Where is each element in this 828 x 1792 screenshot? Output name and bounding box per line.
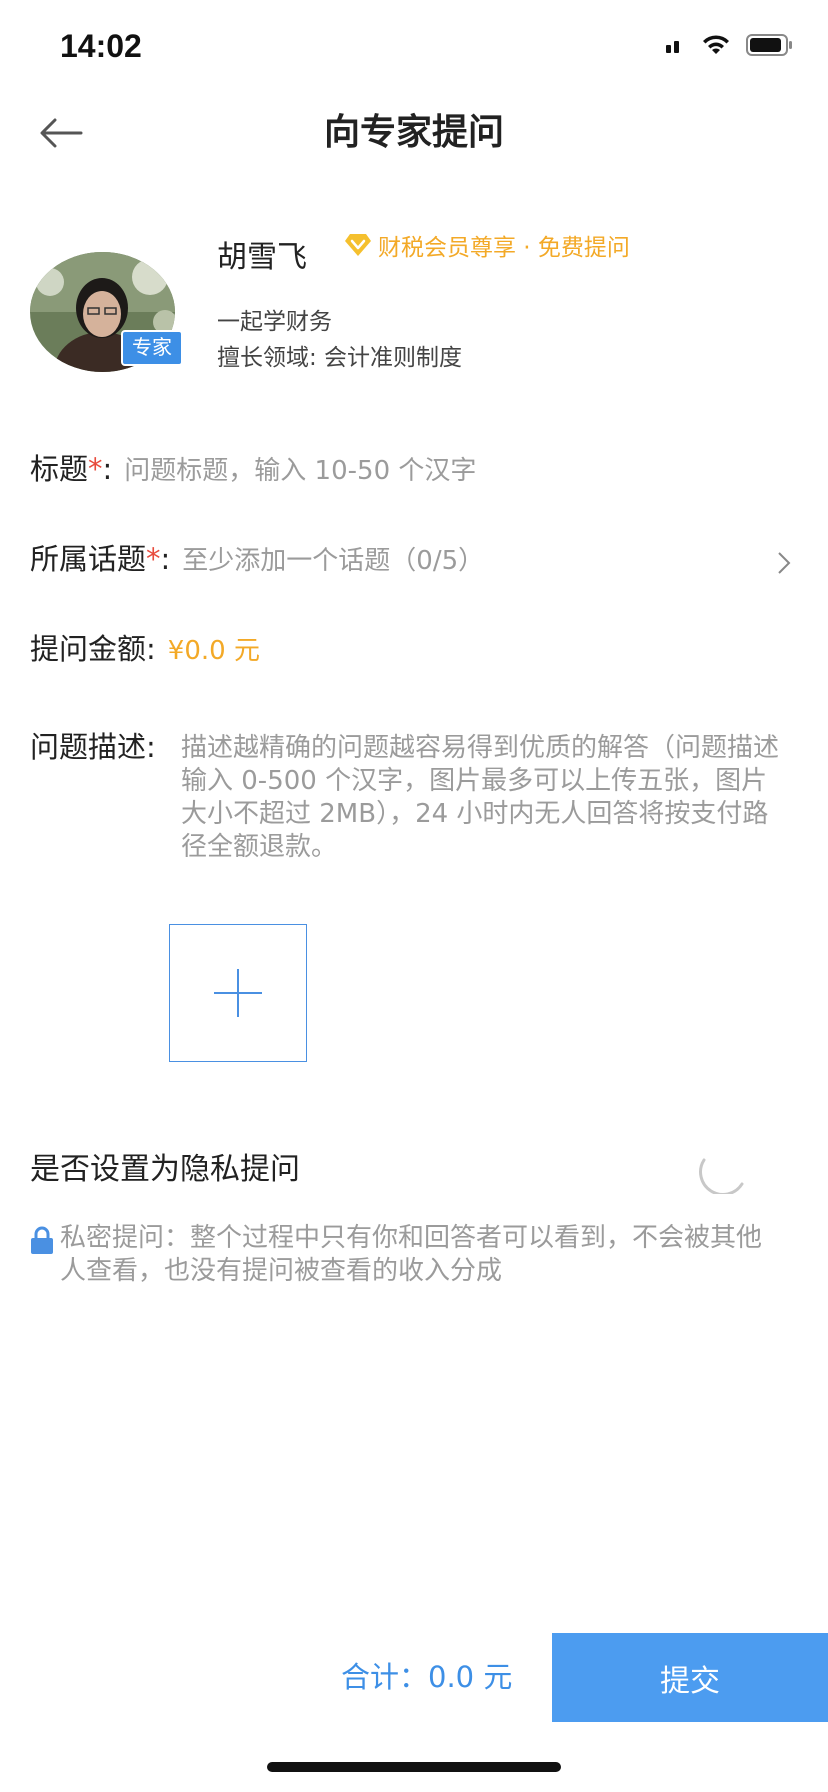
topic-label: 所属话题 bbox=[30, 542, 147, 576]
back-button[interactable] bbox=[36, 108, 86, 158]
label-colon: : bbox=[160, 542, 171, 576]
amount-value: ¥0.0 元 bbox=[167, 636, 260, 666]
amount-row: 提问金额 : ¥0.0 元 bbox=[30, 626, 260, 668]
submit-button[interactable]: 提交 bbox=[552, 1633, 828, 1722]
expert-badge: 专家 bbox=[121, 330, 183, 366]
vip-tag: 财税会员尊享 · 免费提问 bbox=[344, 228, 630, 262]
diamond-icon bbox=[345, 234, 371, 256]
total-label: 合计： bbox=[341, 1660, 429, 1694]
expert-field: 擅长领域: 会计准则制度 bbox=[217, 345, 463, 371]
title-row[interactable]: 标题 * : 问题标题，输入 10-50 个汉字 bbox=[30, 446, 476, 488]
title-input[interactable]: 问题标题，输入 10-50 个汉字 bbox=[124, 450, 476, 487]
desc-label-group: 问题描述 : bbox=[30, 724, 156, 766]
required-mark: * bbox=[146, 542, 161, 576]
vip-text: 财税会员尊享 · 免费提问 bbox=[378, 235, 630, 261]
description-textarea[interactable]: 描述越精确的问题越容易得到优质的解答（问题描述输入 0-500 个汉字，图片最多… bbox=[181, 732, 791, 864]
privacy-toggle[interactable] bbox=[690, 1140, 780, 1196]
status-icons bbox=[664, 34, 792, 56]
wifi-icon bbox=[703, 35, 729, 54]
home-indicator[interactable] bbox=[267, 1762, 561, 1772]
arrow-left-icon bbox=[40, 118, 83, 148]
topic-row[interactable]: 所属话题 * : 至少添加一个话题（0/5） bbox=[30, 536, 798, 578]
battery-icon bbox=[746, 34, 792, 56]
label-colon: : bbox=[102, 452, 113, 486]
chevron-right-icon[interactable] bbox=[776, 550, 792, 576]
privacy-note: 私密提问：整个过程中只有你和回答者可以看到，不会被其他人查看，也没有提问被查看的… bbox=[60, 1223, 763, 1286]
topic-selector[interactable]: 至少添加一个话题（0/5） bbox=[182, 540, 484, 577]
total-value: 0.0 元 bbox=[428, 1660, 513, 1694]
status-time: 14:02 bbox=[60, 28, 142, 64]
label-colon: : bbox=[146, 730, 156, 764]
lock-icon bbox=[30, 1226, 54, 1260]
add-image-button[interactable] bbox=[169, 924, 307, 1062]
title-label: 标题 bbox=[30, 452, 89, 486]
signal-icon bbox=[666, 41, 679, 53]
total: 合计：0.0 元 bbox=[341, 1654, 512, 1696]
required-mark: * bbox=[88, 452, 103, 486]
label-colon: : bbox=[146, 632, 156, 666]
page-title: 向专家提问 bbox=[323, 112, 504, 153]
amount-label: 提问金额 bbox=[30, 632, 147, 666]
expert-name: 胡雪飞 bbox=[217, 240, 307, 275]
desc-label: 问题描述 bbox=[30, 730, 147, 764]
plus-icon bbox=[214, 969, 262, 1017]
privacy-title: 是否设置为隐私提问 bbox=[30, 1152, 300, 1187]
expert-org: 一起学财务 bbox=[217, 309, 332, 335]
